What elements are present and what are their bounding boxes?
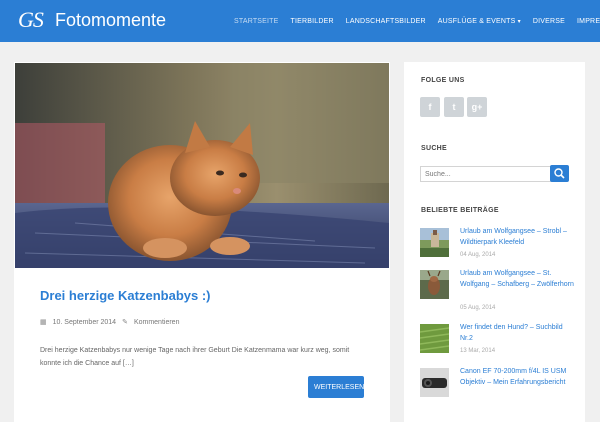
comment-icon: ✎ <box>122 319 128 326</box>
sidebar: Folge uns f t g+ Suche Beliebte Beiträge… <box>404 62 585 422</box>
post-thumbnail-icon[interactable] <box>420 368 449 397</box>
nav-item-tierbilder[interactable]: Tierbilder <box>285 0 340 42</box>
kitten-photo-icon <box>15 63 389 268</box>
popular-post-date: 13 Mar, 2014 <box>460 348 496 354</box>
post-date: 10. September 2014 <box>52 318 117 326</box>
follow-widget-title: Folge uns <box>421 77 465 84</box>
read-more-button[interactable]: Weiterlesen <box>308 376 364 398</box>
post-thumbnail-icon[interactable] <box>420 324 449 353</box>
post-thumbnail-icon[interactable] <box>420 228 449 257</box>
google-plus-icon[interactable]: g+ <box>467 97 487 117</box>
nav-item-landschaftsbilder[interactable]: Landschaftsbilder <box>340 0 432 42</box>
nav-item-startseite[interactable]: Startseite <box>228 0 285 42</box>
castle-photo-icon <box>420 228 449 257</box>
site-header: GS Fotomomente Startseite Tierbilder Lan… <box>0 0 600 42</box>
popular-post-date: 05 Aug, 2014 <box>460 305 496 311</box>
popular-post-date: 04 Aug, 2014 <box>460 252 496 258</box>
nav-item-impressum[interactable]: Impressum <box>571 0 600 42</box>
post-comments-link[interactable]: Kommentieren <box>134 319 180 326</box>
deer-photo-icon <box>420 270 449 299</box>
popular-post-title[interactable]: Wer findet den Hund? – Suchbild Nr.2 <box>460 322 574 344</box>
nav-item-label: Ausflüge & Events <box>437 18 516 25</box>
post-meta: ▦ 10. September 2014 ✎ Kommentieren <box>40 318 180 327</box>
logo-icon[interactable]: GS <box>18 7 44 33</box>
chevron-down-icon: ▾ <box>517 19 521 25</box>
popular-widget-title: Beliebte Beiträge <box>421 207 499 214</box>
search-widget-title: Suche <box>421 145 448 152</box>
popular-post-title[interactable]: Canon EF 70-200mm f/4L IS USM Objektiv –… <box>460 366 574 388</box>
site-title[interactable]: Fotomomente <box>55 10 166 31</box>
post-card: Drei herzige Katzenbabys :) ▦ 10. Septem… <box>14 62 390 422</box>
facebook-icon[interactable]: f <box>420 97 440 117</box>
calendar-icon: ▦ <box>40 319 47 326</box>
post-excerpt: Drei herzige Katzenbabys nur wenige Tage… <box>40 347 350 367</box>
search-input[interactable] <box>420 166 556 182</box>
search-icon <box>554 168 565 179</box>
twitter-icon[interactable]: t <box>444 97 464 117</box>
nav-item-diverse[interactable]: Diverse <box>527 0 571 42</box>
post-title[interactable]: Drei herzige Katzenbabys :) <box>40 288 211 303</box>
main-nav: Startseite Tierbilder Landschaftsbilder … <box>228 0 600 42</box>
camera-lens-photo-icon <box>420 368 449 397</box>
nav-item-ausfluege-events[interactable]: Ausflüge & Events ▾ <box>432 0 527 42</box>
meadow-photo-icon <box>420 324 449 353</box>
popular-post-title[interactable]: Urlaub am Wolfgangsee – Strobl – Wildtie… <box>460 226 574 248</box>
post-featured-image[interactable] <box>15 63 389 268</box>
popular-post-title[interactable]: Urlaub am Wolfgangsee – St. Wolfgang – S… <box>460 268 574 290</box>
post-thumbnail-icon[interactable] <box>420 270 449 299</box>
search-button[interactable] <box>550 165 569 182</box>
